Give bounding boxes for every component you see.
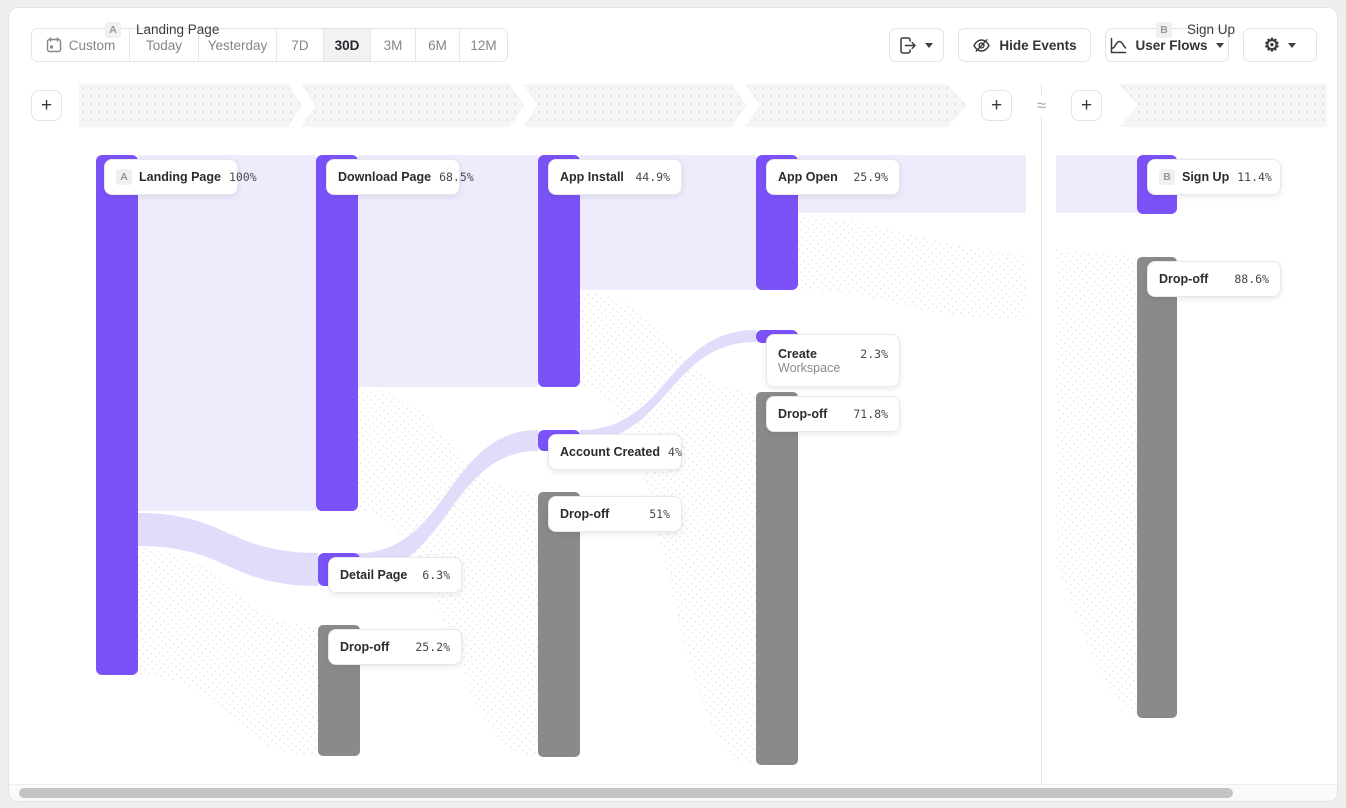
- node-name: Landing Page: [139, 170, 221, 184]
- export-button[interactable]: [889, 28, 944, 62]
- node-percentage: 51%: [641, 507, 670, 521]
- band-chevron-icon: [511, 84, 541, 127]
- date-range-label: 7D: [291, 38, 308, 53]
- node-percentage: 4%: [660, 445, 682, 459]
- date-range-30d[interactable]: 30D: [324, 29, 371, 61]
- date-range-control: CustomTodayYesterday7D30D3M6M12M: [31, 28, 508, 62]
- date-range-label: 6M: [428, 38, 447, 53]
- node-percentage: 25.2%: [407, 640, 450, 654]
- node-name: Drop-off: [340, 640, 389, 654]
- node-name: Drop-off: [560, 507, 609, 521]
- user-flows-panel: CustomTodayYesterday7D30D3M6M12M Hide Ev…: [8, 7, 1338, 802]
- node-percentage: 100%: [221, 170, 257, 184]
- node-card-dropoff_b[interactable]: Drop-off 88.6%: [1147, 261, 1281, 297]
- node-bar-download_page[interactable]: [316, 155, 358, 511]
- flow-landing-download: [138, 155, 316, 511]
- export-caret-icon: [925, 43, 933, 48]
- date-range-6m[interactable]: 6M: [416, 29, 460, 61]
- node-card-dropoff_col3[interactable]: Drop-off 51%: [548, 496, 682, 532]
- node-name: Sign Up: [1182, 170, 1229, 184]
- node-percentage: 71.8%: [845, 407, 888, 421]
- node-percentage: 68.5%: [431, 170, 474, 184]
- date-range-label: 3M: [384, 38, 403, 53]
- hide-events-label: Hide Events: [999, 38, 1076, 53]
- flows-chart-icon: [1110, 37, 1127, 54]
- node-name-line2: Workspace: [778, 361, 888, 375]
- node-name: Create: [778, 347, 817, 361]
- band-chevron-icon: [289, 84, 319, 127]
- node-card-dropoff_col2[interactable]: Drop-off 25.2%: [328, 629, 462, 665]
- step-badge-a: A: [105, 22, 121, 38]
- node-percentage: 6.3%: [414, 568, 450, 582]
- node-name: App Install: [560, 170, 624, 184]
- node-name: App Open: [778, 170, 838, 184]
- node-name: Detail Page: [340, 568, 407, 582]
- panel-separator-symbol: ≈: [1029, 96, 1054, 116]
- node-percentage: 88.6%: [1226, 272, 1269, 286]
- node-badge-landing_page: A: [116, 169, 132, 185]
- node-percentage: 2.3%: [852, 347, 888, 361]
- node-card-app_install[interactable]: App Install44.9%: [548, 159, 682, 195]
- node-badge-sign_up: B: [1159, 169, 1175, 185]
- export-icon: [900, 37, 917, 54]
- node-card-sign_up[interactable]: B Sign Up11.4%: [1147, 159, 1281, 195]
- node-card-account_created[interactable]: Account Created4%: [548, 434, 682, 470]
- date-range-3m[interactable]: 3M: [371, 29, 416, 61]
- scrollbar-thumb[interactable]: [19, 788, 1233, 798]
- flow-panelb-dropoff: [1056, 250, 1137, 718]
- node-percentage: 11.4%: [1229, 170, 1272, 184]
- node-card-dropoff_col4[interactable]: Drop-off 71.8%: [766, 396, 900, 432]
- date-range-12m[interactable]: 12M: [460, 29, 507, 61]
- node-card-detail_page[interactable]: Detail Page 6.3%: [328, 557, 462, 593]
- settings-caret-icon: [1288, 43, 1296, 48]
- node-card-landing_page[interactable]: ALanding Page100%: [104, 159, 238, 195]
- horizontal-scrollbar[interactable]: [9, 784, 1338, 801]
- node-card-app_open[interactable]: App Open 25.9%: [766, 159, 900, 195]
- calendar-icon: [46, 37, 62, 53]
- node-card-download_page[interactable]: Download Page68.5%: [326, 159, 460, 195]
- node-name: Drop-off: [1159, 272, 1208, 286]
- flow-appopen-dropoff: [798, 217, 1026, 320]
- date-range-label: 12M: [470, 38, 496, 53]
- node-percentage: 44.9%: [627, 170, 670, 184]
- node-bar-landing_page[interactable]: [96, 155, 138, 675]
- add-step-button-mid-a[interactable]: +: [981, 90, 1012, 121]
- journey-label-b: B Sign Up: [1156, 8, 1235, 51]
- date-range-7d[interactable]: 7D: [277, 29, 324, 61]
- panel-divider: [1041, 84, 1042, 786]
- gear-icon: ⚙: [1264, 36, 1280, 54]
- settings-button[interactable]: ⚙: [1243, 28, 1317, 62]
- add-step-button-left[interactable]: +: [31, 90, 62, 121]
- node-name: Account Created: [560, 445, 660, 459]
- step-name-a: Landing Page: [136, 22, 219, 37]
- journey-label-a: A Landing Page: [105, 8, 219, 51]
- journey-band-b[interactable]: [1119, 84, 1327, 127]
- step-name-b: Sign Up: [1187, 22, 1235, 37]
- date-range-label: 30D: [335, 38, 360, 53]
- eye-off-icon: [972, 36, 991, 55]
- add-step-button-mid-b[interactable]: +: [1071, 90, 1102, 121]
- node-bar-dropoff_b[interactable]: [1137, 257, 1177, 718]
- node-bar-dropoff_col4[interactable]: [756, 392, 798, 765]
- node-percentage: 25.9%: [845, 170, 888, 184]
- node-name: Drop-off: [778, 407, 827, 421]
- band-chevron-icon: [733, 84, 763, 127]
- node-name: Download Page: [338, 170, 431, 184]
- flow-signup-in: [1056, 155, 1137, 213]
- node-card-create_workspace[interactable]: Create 2.3%Workspace: [766, 334, 900, 387]
- step-badge-b: B: [1156, 22, 1172, 38]
- hide-events-button[interactable]: Hide Events: [958, 28, 1091, 62]
